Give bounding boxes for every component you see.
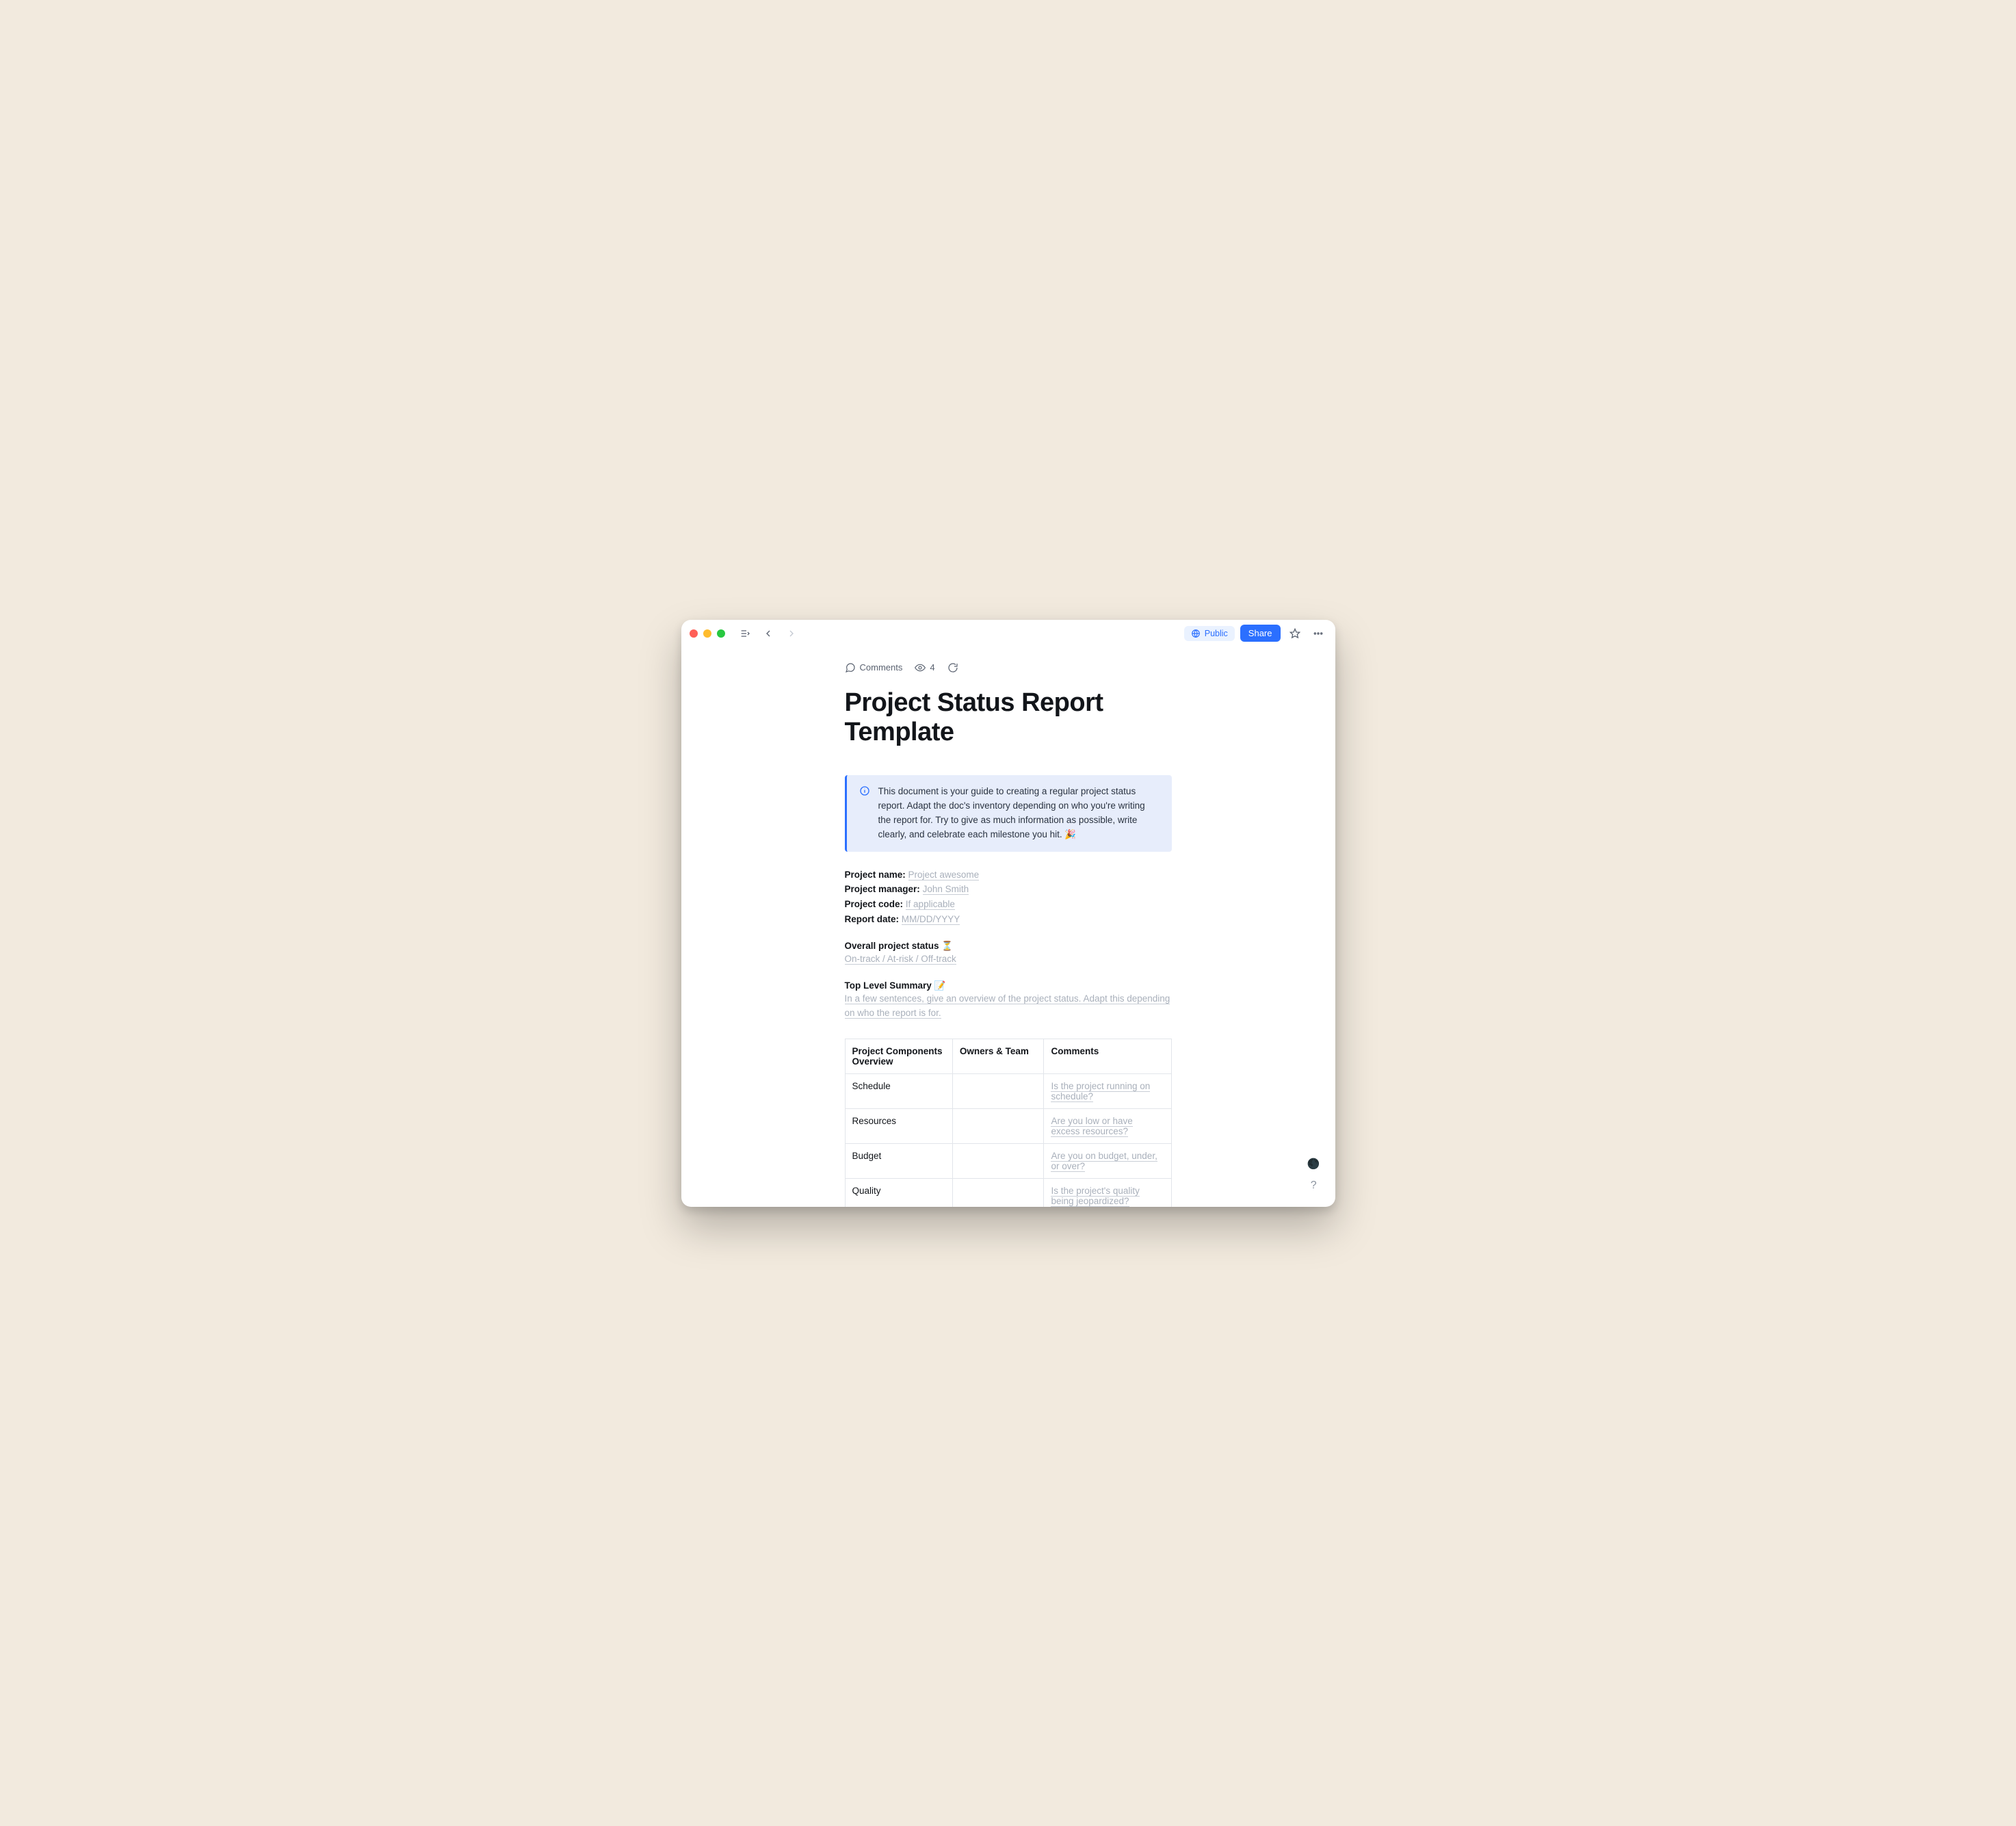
- more-options-icon[interactable]: [1309, 625, 1327, 642]
- comments-button[interactable]: Comments: [845, 662, 903, 673]
- visibility-label: Public: [1205, 629, 1228, 638]
- nav-forward-button[interactable]: [783, 625, 800, 642]
- doc-meta-bar: Comments 4: [845, 662, 1172, 673]
- nav-back-button[interactable]: [759, 625, 777, 642]
- share-button[interactable]: Share: [1240, 625, 1281, 642]
- help-button[interactable]: ?: [1311, 1179, 1317, 1192]
- moon-icon[interactable]: 🌑: [1307, 1158, 1320, 1170]
- refresh-button[interactable]: [947, 662, 958, 673]
- table-header-row: Project Components Overview Owners & Tea…: [845, 1039, 1171, 1074]
- window-controls: [690, 629, 725, 638]
- col-header-components: Project Components Overview: [845, 1039, 952, 1074]
- row-label[interactable]: Resources: [845, 1109, 952, 1144]
- table-body: Schedule Is the project running on sched…: [845, 1074, 1171, 1207]
- window-toolbar: Public Share: [681, 620, 1335, 647]
- eye-icon: [915, 662, 926, 673]
- section-heading-status: Overall project status ⏳: [845, 941, 1172, 952]
- row-comment[interactable]: Are you low or have excess resources?: [1044, 1109, 1171, 1144]
- field-value[interactable]: Project awesome: [908, 870, 980, 881]
- table-row: Quality Is the project's quality being j…: [845, 1179, 1171, 1207]
- field-project-manager: Project manager: John Smith: [845, 883, 1172, 897]
- row-owners[interactable]: [952, 1074, 1044, 1109]
- view-count-value: 4: [930, 662, 934, 673]
- globe-icon: [1191, 629, 1201, 638]
- table-row: Schedule Is the project running on sched…: [845, 1074, 1171, 1109]
- section-body-status: On-track / At-risk / Off-track: [845, 952, 1172, 967]
- field-value[interactable]: John Smith: [923, 884, 969, 895]
- status-placeholder[interactable]: On-track / At-risk / Off-track: [845, 954, 956, 965]
- field-value[interactable]: If applicable: [906, 899, 955, 910]
- maximize-window-button[interactable]: [717, 629, 725, 638]
- row-comment[interactable]: Are you on budget, under, or over?: [1044, 1144, 1171, 1179]
- close-window-button[interactable]: [690, 629, 698, 638]
- comment-placeholder[interactable]: Is the project running on schedule?: [1051, 1081, 1150, 1102]
- section-body-summary: In a few sentences, give an overview of …: [845, 992, 1172, 1021]
- row-comment[interactable]: Is the project's quality being jeopardiz…: [1044, 1179, 1171, 1207]
- field-project-name: Project name: Project awesome: [845, 868, 1172, 883]
- info-callout: This document is your guide to creating …: [845, 775, 1172, 852]
- comments-label: Comments: [860, 662, 903, 673]
- field-value[interactable]: MM/DD/YYYY: [902, 914, 960, 925]
- table-row: Resources Are you low or have excess res…: [845, 1109, 1171, 1144]
- col-header-owners: Owners & Team: [952, 1039, 1044, 1074]
- components-table: Project Components Overview Owners & Tea…: [845, 1039, 1172, 1206]
- row-label[interactable]: Budget: [845, 1144, 952, 1179]
- table-row: Budget Are you on budget, under, or over…: [845, 1144, 1171, 1179]
- comment-icon: [845, 662, 856, 673]
- info-icon: [859, 785, 870, 796]
- field-label: Project manager:: [845, 884, 920, 894]
- visibility-badge[interactable]: Public: [1184, 626, 1235, 641]
- row-label[interactable]: Quality: [845, 1179, 952, 1207]
- field-label: Report date:: [845, 914, 900, 924]
- callout-text: This document is your guide to creating …: [878, 785, 1160, 842]
- field-label: Project code:: [845, 899, 904, 909]
- summary-placeholder[interactable]: In a few sentences, give an overview of …: [845, 993, 1170, 1019]
- page-title: Project Status Report Template: [845, 688, 1172, 748]
- app-window: Public Share Comments 4: [681, 620, 1335, 1207]
- row-comment[interactable]: Is the project running on schedule?: [1044, 1074, 1171, 1109]
- comment-placeholder[interactable]: Are you low or have excess resources?: [1051, 1116, 1132, 1137]
- comment-placeholder[interactable]: Is the project's quality being jeopardiz…: [1051, 1186, 1139, 1206]
- row-owners[interactable]: [952, 1144, 1044, 1179]
- minimize-window-button[interactable]: [703, 629, 711, 638]
- field-label: Project name:: [845, 870, 906, 880]
- sidebar-toggle-icon[interactable]: [736, 625, 754, 642]
- refresh-icon: [947, 662, 958, 673]
- col-header-comments: Comments: [1044, 1039, 1171, 1074]
- field-project-code: Project code: If applicable: [845, 898, 1172, 912]
- view-count[interactable]: 4: [915, 662, 934, 673]
- field-report-date: Report date: MM/DD/YYYY: [845, 913, 1172, 927]
- document-viewport: Comments 4 Project Status Report Templat…: [681, 647, 1335, 1207]
- comment-placeholder[interactable]: Are you on budget, under, or over?: [1051, 1151, 1157, 1172]
- floating-controls: 🌑 ?: [1307, 1158, 1320, 1192]
- section-heading-summary: Top Level Summary 📝: [845, 980, 1172, 991]
- row-owners[interactable]: [952, 1109, 1044, 1144]
- row-owners[interactable]: [952, 1179, 1044, 1207]
- row-label[interactable]: Schedule: [845, 1074, 952, 1109]
- star-icon[interactable]: [1286, 625, 1304, 642]
- document-content: Comments 4 Project Status Report Templat…: [845, 647, 1172, 1207]
